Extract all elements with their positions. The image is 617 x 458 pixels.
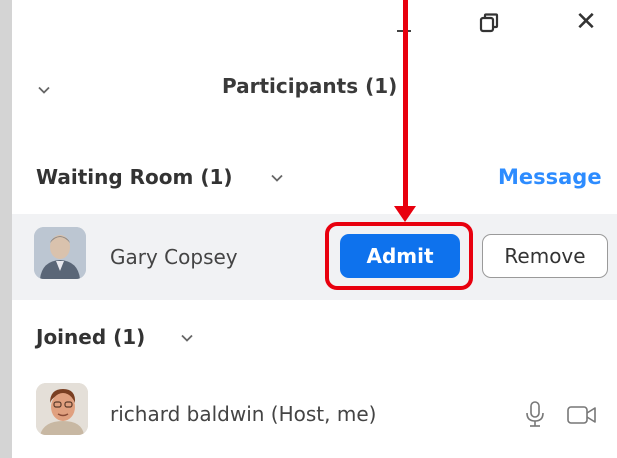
remove-button[interactable]: Remove	[482, 234, 608, 278]
admit-button[interactable]: Admit	[340, 234, 460, 278]
restore-icon[interactable]	[478, 12, 500, 34]
participant-name: richard baldwin (Host, me)	[110, 402, 377, 426]
message-button[interactable]: Message	[498, 165, 602, 189]
participant-name: Gary Copsey	[110, 245, 238, 269]
chevron-down-icon[interactable]	[36, 82, 52, 98]
annotation-arrow-line	[403, 0, 408, 212]
annotation-arrow-head	[394, 206, 416, 222]
chevron-down-icon[interactable]	[270, 170, 284, 184]
close-icon[interactable]: ✕	[574, 9, 598, 35]
avatar	[34, 227, 86, 279]
chevron-down-icon[interactable]	[180, 330, 194, 344]
joined-title: Joined (1)	[36, 325, 146, 349]
participants-panel: ✕ Participants (1) Waiting Room (1) Mess…	[12, 0, 617, 458]
microphone-icon[interactable]	[524, 400, 546, 428]
waiting-room-title: Waiting Room (1)	[36, 165, 233, 189]
video-camera-icon[interactable]	[566, 404, 598, 426]
avatar	[36, 383, 88, 435]
page-title: Participants (1)	[222, 74, 398, 98]
